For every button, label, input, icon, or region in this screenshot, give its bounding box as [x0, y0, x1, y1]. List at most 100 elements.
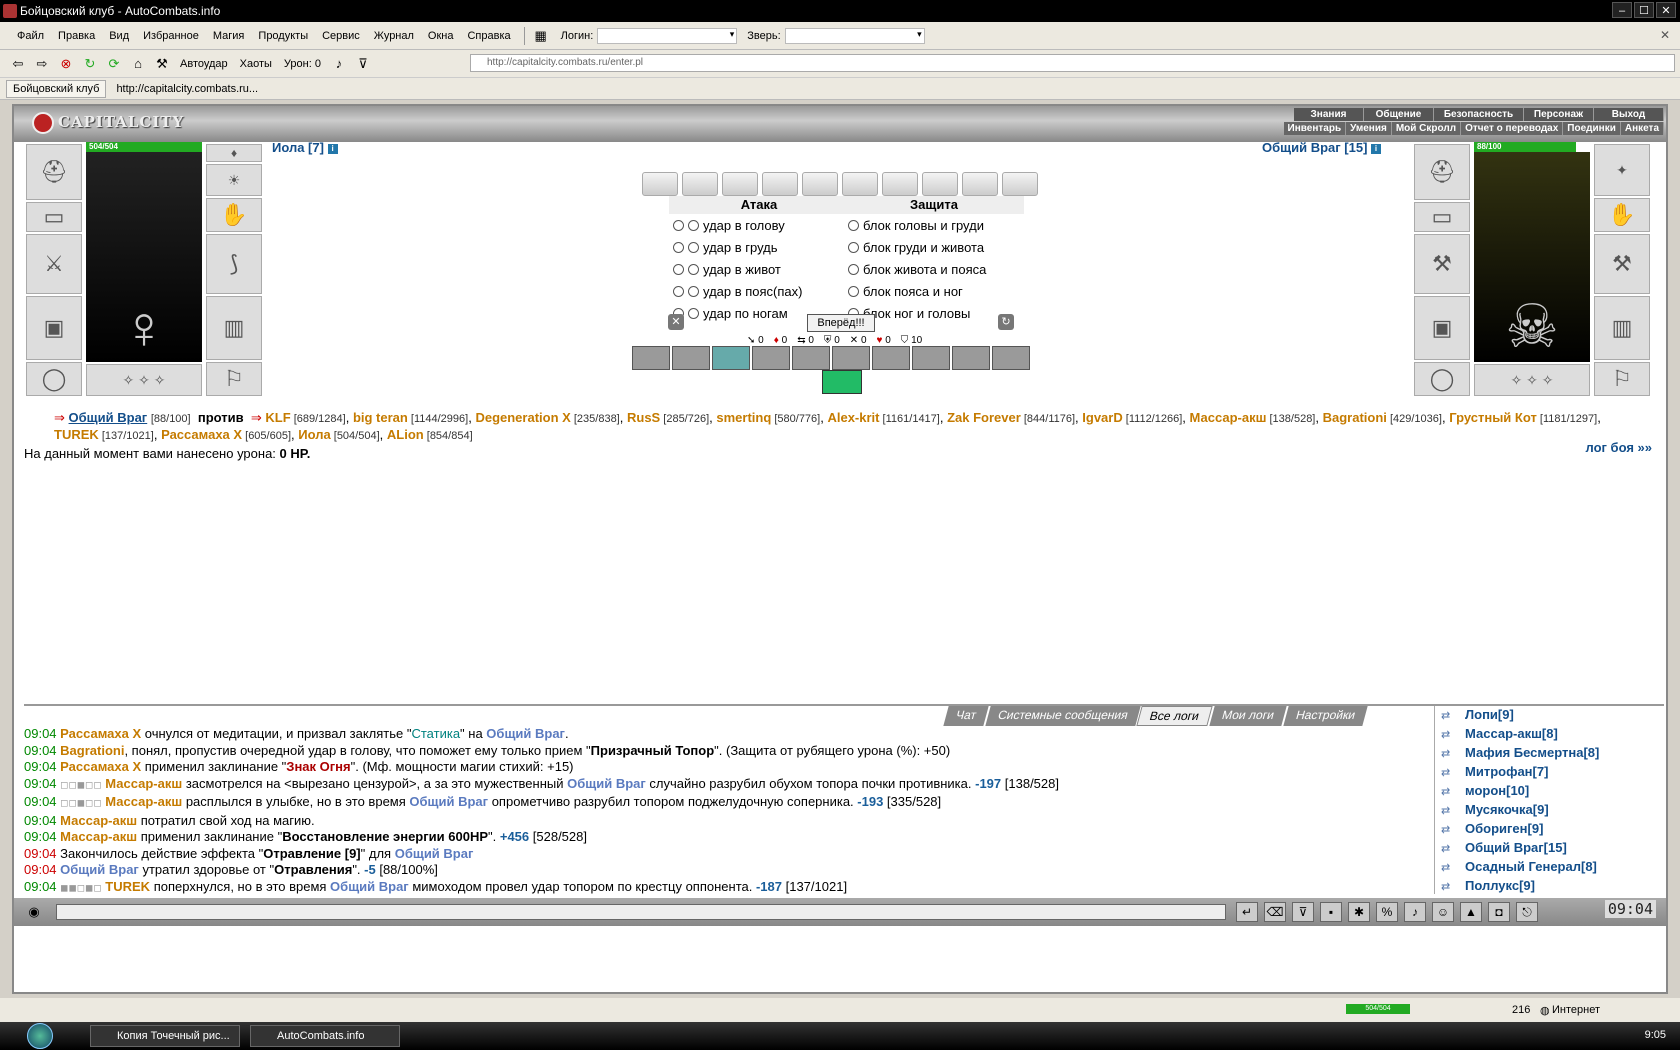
player-avatar[interactable]: ♀ [86, 152, 202, 362]
info-icon[interactable]: i [1371, 143, 1382, 154]
tab-settings[interactable]: Настройки [1283, 706, 1368, 726]
bb-icon[interactable]: ▦ [531, 26, 551, 46]
scroll-slot[interactable] [802, 172, 838, 196]
player-name[interactable]: Иола [7] i [272, 140, 338, 155]
skill-button[interactable] [792, 346, 830, 370]
lock-icon[interactable]: ▲ [1460, 902, 1482, 922]
bag-icon[interactable]: ◘ [1488, 902, 1510, 922]
sound-icon[interactable]: ♪ [1404, 902, 1426, 922]
skill-button[interactable] [672, 346, 710, 370]
scroll-slot[interactable] [1002, 172, 1038, 196]
user-item[interactable]: ⇄ Массар-акш[8] [1441, 725, 1662, 744]
filter-icon[interactable]: ⊽ [353, 54, 373, 74]
radio[interactable] [688, 241, 699, 253]
tab-my-logs[interactable]: Мои логи [1209, 706, 1287, 726]
enemy-rings[interactable]: ✧ ✧ ✧ [1474, 364, 1590, 396]
percent-icon[interactable]: % [1376, 902, 1398, 922]
nav-communication[interactable]: Общение [1364, 108, 1434, 121]
skill-button[interactable] [992, 346, 1030, 370]
menu-products[interactable]: Продукты [251, 30, 315, 42]
opponent-name[interactable]: RusS [627, 410, 660, 425]
opponent-name[interactable]: Zak Forever [947, 410, 1021, 425]
scroll-slot[interactable] [962, 172, 998, 196]
enemy-name[interactable]: Общий Враг [15] i [1262, 140, 1382, 155]
chat-time[interactable]: 09:04 [24, 879, 60, 894]
menu-favorites[interactable]: Избранное [136, 30, 206, 42]
menu-edit[interactable]: Правка [51, 30, 102, 42]
chat-time[interactable]: 09:04 [24, 829, 60, 844]
user-name[interactable]: Поллукс[9] [1465, 878, 1535, 893]
cancel-icon[interactable]: ✕ [668, 314, 684, 330]
special-skill-button[interactable] [822, 370, 862, 394]
skill-button[interactable] [712, 346, 750, 370]
menu-service[interactable]: Сервис [315, 30, 367, 42]
boots-slot[interactable]: ⚐ [206, 362, 262, 396]
tab-fight-club[interactable]: Бойцовский клуб [6, 79, 107, 98]
refresh-icon[interactable]: ↻ [998, 314, 1014, 330]
user-item[interactable]: ⇄ Мусякочка[9] [1441, 801, 1662, 820]
chat-time[interactable]: 09:04 [24, 813, 60, 828]
chaos-dropdown[interactable]: Хаоты [236, 58, 276, 70]
skill-button[interactable] [912, 346, 950, 370]
menu-windows[interactable]: Окна [421, 30, 461, 42]
scroll-slot[interactable] [642, 172, 678, 196]
maximize-button[interactable]: ☐ [1634, 2, 1654, 18]
user-item[interactable]: ⇄ Осадный Генерал[8] [1441, 858, 1662, 877]
enemy-weapon-slot[interactable]: ⚒ [1414, 234, 1470, 294]
menu-magic[interactable]: Магия [206, 30, 252, 42]
opponent-name[interactable]: ALion [387, 427, 424, 442]
nav-knowledge[interactable]: Знания [1294, 108, 1364, 121]
opponent-name[interactable]: Иола [298, 427, 330, 442]
opponent-item[interactable]: Alex-krit [1161/1417] [827, 410, 939, 425]
radio[interactable] [848, 219, 859, 231]
user-name[interactable]: Осадный Генерал[8] [1465, 859, 1597, 874]
exit-icon[interactable]: ⎋ [1516, 902, 1538, 922]
user-name[interactable]: Обориген[9] [1465, 821, 1543, 836]
skill-button[interactable] [952, 346, 990, 370]
opponent-item[interactable]: big teran [1144/2996] [353, 410, 468, 425]
forward-button[interactable]: Вперёд!!! [807, 314, 875, 332]
scroll-slot[interactable] [882, 172, 918, 196]
smile-icon[interactable]: ☺ [1432, 902, 1454, 922]
save-icon[interactable]: ▪ [1320, 902, 1342, 922]
block-row[interactable]: блок пояса и ног [844, 280, 1024, 302]
radio[interactable] [673, 285, 684, 297]
nav-duels[interactable]: Поединки [1563, 122, 1621, 135]
opponent-name[interactable]: Массар-акш [1190, 410, 1267, 425]
chat-input[interactable] [56, 904, 1226, 920]
taskbar-item-autocombats[interactable]: AutoCombats.info [250, 1025, 400, 1047]
tab-system[interactable]: Системные сообщения [985, 706, 1141, 726]
refresh-icon[interactable]: ↻ [80, 54, 100, 74]
opponent-item[interactable]: KLF [689/1284] [265, 410, 345, 425]
clear-icon[interactable]: ⌫ [1264, 902, 1286, 922]
enemy-gloves-slot[interactable]: ✋ [1594, 198, 1650, 232]
user-item[interactable]: ⇄ Поллукс[9] [1441, 877, 1662, 894]
scroll-slot[interactable] [762, 172, 798, 196]
opponent-item[interactable]: IgvarD [1112/1266] [1082, 410, 1182, 425]
opponent-item[interactable]: RusS [285/726] [627, 410, 709, 425]
nav-character[interactable]: Персонаж [1524, 108, 1594, 121]
menu-file[interactable]: Файл [10, 30, 51, 42]
chat-time[interactable]: 09:04 [24, 862, 60, 877]
user-name[interactable]: Мафия Бесмертна[8] [1465, 745, 1599, 760]
opponent-name[interactable]: KLF [265, 410, 290, 425]
uron-dropdown[interactable]: Урон: 0 [280, 58, 325, 70]
radio[interactable] [688, 307, 699, 319]
enemy-offhand-slot[interactable]: ⚒ [1594, 234, 1650, 294]
forward-icon[interactable]: ⇨ [32, 54, 52, 74]
address-bar[interactable]: http://capitalcity.combats.ru/enter.pl [470, 54, 1675, 72]
attack-belly-row[interactable]: удар в живот [669, 258, 849, 280]
user-item[interactable]: ⇄ Мафия Бесмертна[8] [1441, 744, 1662, 763]
attack-head-row[interactable]: удар в голову [669, 214, 849, 236]
skill-button[interactable] [832, 346, 870, 370]
belt-slot[interactable]: ◯ [26, 362, 82, 396]
chat-time[interactable]: 09:04 [24, 776, 60, 791]
refresh-all-icon[interactable]: ⟳ [104, 54, 124, 74]
opponent-name[interactable]: TUREK [54, 427, 99, 442]
taskbar-item-paint[interactable]: Копия Точечный рис... [90, 1025, 240, 1047]
chat-time[interactable]: 09:04 [24, 743, 60, 758]
radio[interactable] [688, 263, 699, 275]
radio[interactable] [673, 241, 684, 253]
opponent-item[interactable]: ALion [854/854] [387, 427, 473, 442]
enemy-armor-slot[interactable]: ▣ [1414, 296, 1470, 360]
